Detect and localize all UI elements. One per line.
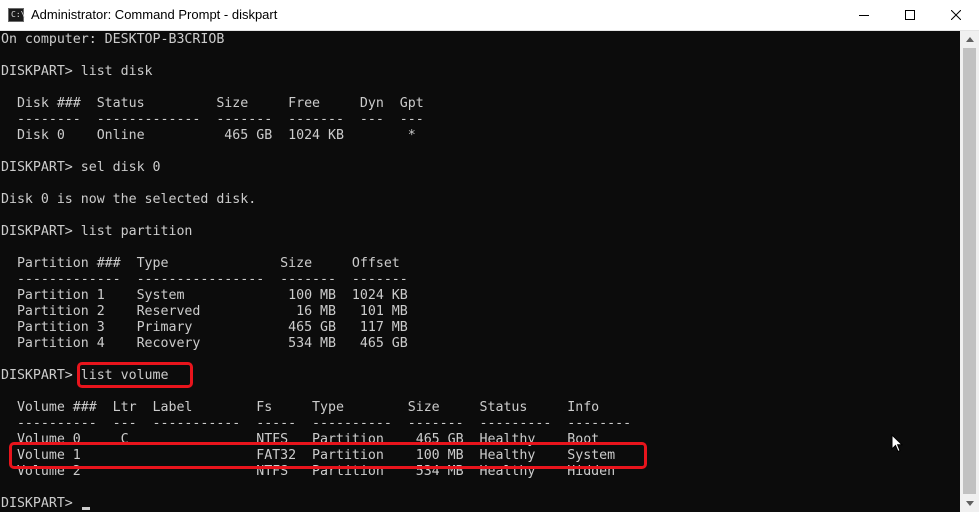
console-line: DISKPART>: [1, 496, 81, 511]
console-line: DISKPART> list disk: [1, 64, 153, 79]
title-bar[interactable]: C:\ Administrator: Command Prompt - disk…: [0, 0, 979, 31]
console-line: Partition 1 System 100 MB 1024 KB: [1, 288, 408, 303]
minimize-button[interactable]: [841, 0, 887, 30]
console-line: On computer: DESKTOP-B3CRIOB: [1, 32, 225, 47]
vertical-scrollbar[interactable]: [960, 31, 979, 512]
scroll-up-icon: [965, 37, 974, 42]
close-button[interactable]: [933, 0, 979, 30]
scroll-down-button[interactable]: [960, 495, 979, 512]
minimize-icon: [859, 15, 869, 16]
console-line: Volume ### Ltr Label Fs Type Size Status…: [1, 400, 600, 415]
console-line: Disk 0 Online 465 GB 1024 KB *: [1, 128, 416, 143]
close-icon: [951, 10, 961, 20]
console-line: ------------- ---------------- ------- -…: [1, 272, 408, 287]
console-line: Partition 3 Primary 465 GB 117 MB: [1, 320, 408, 335]
console-line: Disk ### Status Size Free Dyn Gpt: [1, 96, 424, 111]
console-output[interactable]: On computer: DESKTOP-B3CRIOB DISKPART> l…: [0, 31, 960, 512]
console-line: Partition 4 Recovery 534 MB 465 GB: [1, 336, 408, 351]
maximize-icon: [905, 10, 915, 20]
scroll-thumb[interactable]: [963, 48, 976, 494]
mouse-pointer-icon: [891, 434, 903, 453]
scroll-up-button[interactable]: [960, 31, 979, 48]
console-line: -------- ------------- ------- ------- -…: [1, 112, 424, 127]
console-line: Disk 0 is now the selected disk.: [1, 192, 257, 207]
maximize-button[interactable]: [887, 0, 933, 30]
console-line: Partition ### Type Size Offset: [1, 256, 400, 271]
highlight-list-volume: [77, 362, 193, 388]
console-line: Partition 2 Reserved 16 MB 101 MB: [1, 304, 408, 319]
text-cursor: [82, 507, 90, 510]
scroll-down-icon: [965, 501, 974, 506]
console-line: DISKPART> list partition: [1, 224, 193, 239]
window-title: Administrator: Command Prompt - diskpart: [31, 7, 278, 22]
app-icon-text: C:\: [11, 10, 26, 19]
console-line: DISKPART> sel disk 0: [1, 160, 161, 175]
highlight-volume-1-row: [9, 442, 647, 469]
console-line: ---------- --- ----------- ----- -------…: [1, 416, 632, 431]
command-prompt-icon[interactable]: C:\: [8, 8, 26, 22]
